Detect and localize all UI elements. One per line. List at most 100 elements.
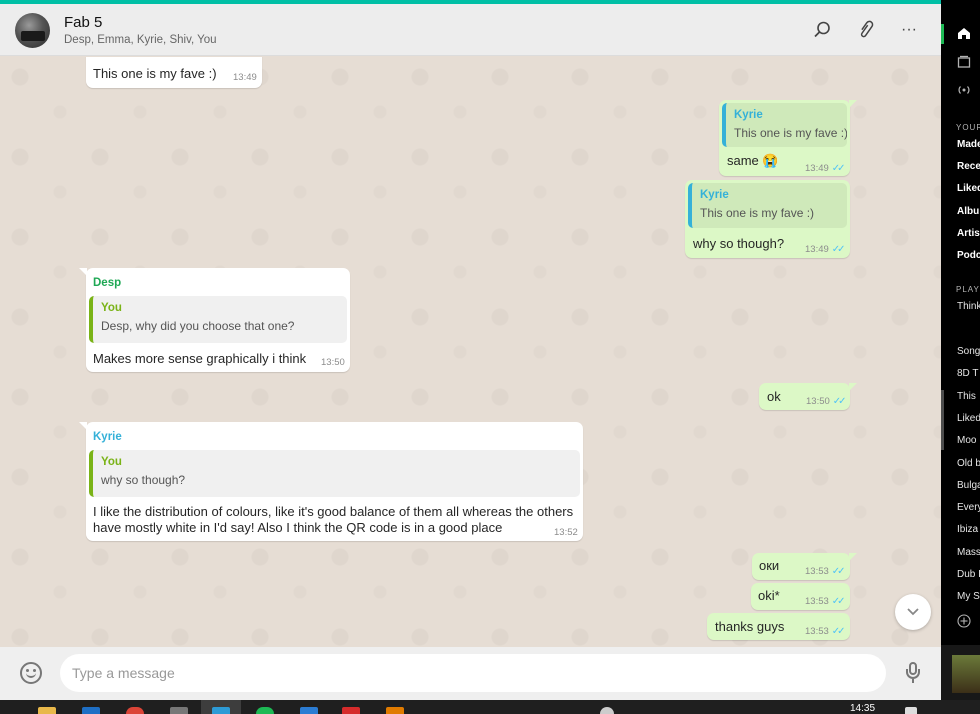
emoji-icon[interactable] bbox=[20, 662, 42, 684]
playlist-item[interactable]: Think bbox=[957, 301, 980, 312]
home-icon[interactable] bbox=[957, 27, 971, 43]
message-incoming[interactable]: This one is my fave :) 13:49 bbox=[86, 57, 262, 88]
whatsapp-window: Fab 5 Desp, Emma, Kyrie, Shiv, You ··· T… bbox=[0, 0, 941, 700]
playlist-item[interactable]: Moo bbox=[957, 435, 976, 446]
library-item[interactable]: Rece bbox=[957, 161, 980, 172]
message-text: оки bbox=[759, 558, 780, 573]
message-time: 13:49 ✓✓ bbox=[805, 244, 846, 255]
playlist-item[interactable]: Song bbox=[957, 346, 980, 357]
microphone-icon[interactable] bbox=[906, 662, 920, 684]
read-receipt-icon: ✓✓ bbox=[831, 566, 846, 577]
chat-header: Fab 5 Desp, Emma, Kyrie, Shiv, You ··· bbox=[0, 4, 941, 56]
message-time: 13:52 bbox=[554, 527, 578, 538]
read-receipt-icon: ✓✓ bbox=[832, 396, 847, 407]
library-item[interactable]: Liked bbox=[957, 183, 980, 194]
taskbar: 14:35 bbox=[0, 700, 980, 714]
message-text: ok bbox=[767, 389, 781, 404]
spotify-sidebar: YOUR Made Rece Liked Albu Artis Podc PLA… bbox=[941, 0, 980, 700]
message-time: 13:49 bbox=[233, 72, 257, 83]
file-explorer-icon[interactable] bbox=[38, 707, 56, 714]
pdf-icon[interactable] bbox=[342, 707, 360, 714]
more-options-icon[interactable]: ··· bbox=[897, 18, 921, 42]
playlist-item[interactable]: 8D T bbox=[957, 368, 979, 379]
read-receipt-icon: ✓✓ bbox=[831, 163, 846, 174]
radio-icon[interactable] bbox=[957, 83, 971, 100]
message-incoming[interactable]: Kyrie You why so though? I like the dist… bbox=[79, 422, 583, 541]
message-text-line-1: I like the distribution of colours, like… bbox=[93, 504, 574, 519]
scroll-to-bottom-button[interactable] bbox=[895, 594, 931, 630]
playlist-item[interactable]: Bulga bbox=[957, 480, 980, 491]
new-playlist-icon[interactable] bbox=[957, 614, 971, 631]
chat-participants[interactable]: Desp, Emma, Kyrie, Shiv, You bbox=[64, 34, 217, 46]
message-outgoing[interactable]: Kyrie This one is my fave :) same 😭 13:4… bbox=[719, 100, 857, 176]
playlist-item[interactable]: My S bbox=[957, 591, 980, 602]
read-receipt-icon: ✓✓ bbox=[831, 596, 846, 607]
playlist-item[interactable]: Old b bbox=[957, 458, 980, 469]
message-text: This one is my fave :) bbox=[93, 66, 217, 81]
notification-icon[interactable] bbox=[905, 707, 917, 714]
illustrator-icon[interactable] bbox=[386, 707, 404, 714]
message-time: 13:49 ✓✓ bbox=[805, 163, 846, 174]
message-time: 13:53 ✓✓ bbox=[805, 566, 846, 577]
library-item[interactable]: Albu bbox=[957, 206, 979, 217]
library-heading: YOUR bbox=[956, 123, 980, 132]
message-input[interactable] bbox=[60, 654, 886, 692]
browse-icon[interactable] bbox=[957, 55, 971, 72]
search-icon[interactable] bbox=[810, 18, 834, 42]
read-receipt-icon: ✓✓ bbox=[831, 626, 846, 637]
system-tray-icon[interactable] bbox=[600, 707, 614, 714]
message-outgoing[interactable]: ok 13:50 ✓✓ bbox=[759, 383, 857, 410]
quoted-message[interactable]: Kyrie This one is my fave :) bbox=[722, 103, 847, 147]
composer-bar bbox=[0, 647, 941, 700]
library-item[interactable]: Podc bbox=[957, 250, 980, 261]
spotify-taskbar-icon[interactable] bbox=[256, 707, 274, 714]
quote-sender: Kyrie bbox=[734, 109, 763, 121]
playlist-item[interactable]: This bbox=[957, 391, 976, 402]
message-list[interactable]: This one is my fave :) 13:49 Kyrie This … bbox=[0, 57, 941, 647]
sidebar-scrollbar[interactable] bbox=[941, 390, 944, 450]
message-time: 13:50 bbox=[321, 357, 345, 368]
message-text: same 😭 bbox=[727, 153, 779, 168]
quote-sender: You bbox=[101, 302, 122, 314]
message-text-line-2: have mostly white in I'd say! Also I thi… bbox=[93, 520, 503, 535]
chevron-down-icon bbox=[907, 608, 919, 616]
message-incoming[interactable]: Desp You Desp, why did you choose that o… bbox=[79, 268, 350, 372]
message-text: oki* bbox=[758, 588, 780, 603]
message-outgoing[interactable]: oki* 13:53 ✓✓ bbox=[751, 583, 850, 610]
playlist-item[interactable]: Liked bbox=[957, 413, 980, 424]
quote-text: This one is my fave :) bbox=[700, 206, 815, 220]
quote-sender: You bbox=[101, 456, 122, 468]
word-icon[interactable] bbox=[300, 707, 318, 714]
message-sender[interactable]: Desp bbox=[93, 277, 121, 289]
message-outgoing[interactable]: thanks guys 13:53 ✓✓ bbox=[707, 613, 850, 640]
message-sender[interactable]: Kyrie bbox=[93, 431, 122, 443]
whatsapp-taskbar-icon[interactable] bbox=[212, 707, 230, 714]
message-text: why so though? bbox=[693, 236, 785, 251]
playlist-item[interactable]: Dub I bbox=[957, 569, 980, 580]
quoted-message[interactable]: You Desp, why did you choose that one? bbox=[89, 296, 347, 343]
chrome-icon[interactable] bbox=[126, 707, 144, 714]
playlists-heading: PLAY bbox=[956, 285, 980, 294]
taskbar-clock[interactable]: 14:35 bbox=[850, 703, 875, 714]
playlist-item[interactable]: Ibiza bbox=[957, 524, 978, 535]
group-avatar[interactable] bbox=[15, 13, 50, 48]
playlist-item[interactable]: Every bbox=[957, 502, 980, 513]
active-nav-indicator bbox=[941, 24, 944, 44]
quoted-message[interactable]: Kyrie This one is my fave :) bbox=[688, 183, 847, 228]
read-receipt-icon: ✓✓ bbox=[831, 244, 846, 255]
message-time: 13:50 ✓✓ bbox=[806, 396, 847, 407]
message-outgoing[interactable]: Kyrie This one is my fave :) why so thou… bbox=[685, 180, 850, 258]
quoted-message[interactable]: You why so though? bbox=[89, 450, 580, 497]
paperclip-icon[interactable] bbox=[854, 18, 878, 42]
briefcase-icon[interactable] bbox=[170, 707, 188, 714]
message-time: 13:53 ✓✓ bbox=[805, 626, 846, 637]
message-outgoing[interactable]: оки 13:53 ✓✓ bbox=[752, 553, 857, 580]
album-art-thumbnail[interactable] bbox=[952, 655, 980, 693]
chat-title[interactable]: Fab 5 bbox=[64, 14, 102, 31]
playlist-item[interactable]: Mass bbox=[957, 547, 980, 558]
quote-sender: Kyrie bbox=[700, 189, 729, 201]
library-item[interactable]: Made bbox=[957, 139, 980, 150]
store-icon[interactable] bbox=[82, 707, 100, 714]
message-time: 13:53 ✓✓ bbox=[805, 596, 846, 607]
library-item[interactable]: Artis bbox=[957, 228, 980, 239]
